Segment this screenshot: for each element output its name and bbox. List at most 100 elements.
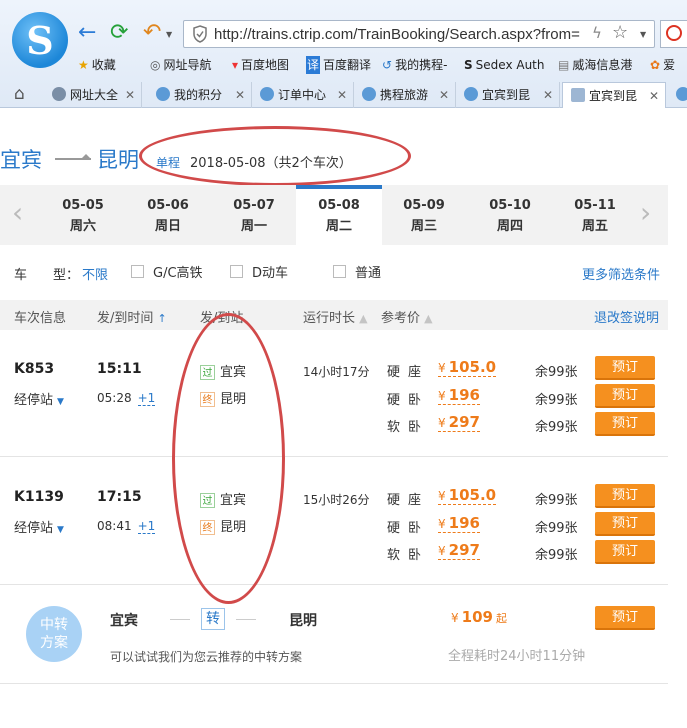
book-button[interactable]: 预订 bbox=[595, 384, 655, 408]
sort-icon[interactable]: ▲ bbox=[359, 312, 367, 325]
checkbox[interactable] bbox=[333, 265, 346, 278]
ctrip-icon bbox=[156, 87, 170, 101]
th-dep-arr-time[interactable]: 发/到时间 ↑ bbox=[97, 307, 167, 326]
seat-price[interactable]: ¥297 bbox=[438, 413, 480, 432]
book-button[interactable]: 预订 bbox=[595, 540, 655, 564]
seats-left: 余99张 bbox=[535, 521, 578, 536]
filter-all-option[interactable]: 不限 bbox=[82, 264, 108, 283]
bookmark-baidu-map[interactable]: ▾ 百度地图 bbox=[232, 56, 289, 74]
divider bbox=[236, 619, 256, 620]
tab-label: 宜宾到昆 bbox=[482, 88, 531, 102]
seat-price[interactable]: ¥105.0 bbox=[438, 358, 497, 377]
address-bar[interactable]: http://trains.ctrip.com/TrainBooking/Sea… bbox=[183, 20, 655, 48]
tab-route-1[interactable]: 宜宾到昆 ✕ bbox=[456, 82, 560, 108]
bookmark-nav[interactable]: ◎ 网址导航 bbox=[150, 56, 212, 74]
tab-overflow[interactable] bbox=[668, 82, 687, 108]
date-tab[interactable]: 05-06 周日 bbox=[125, 185, 211, 245]
tab-websites[interactable]: 网址大全 ✕ bbox=[44, 82, 142, 108]
home-icon[interactable]: ⌂ bbox=[14, 86, 25, 103]
tab-points[interactable]: 我的积分 ✕ bbox=[148, 82, 252, 108]
chevron-down-icon[interactable]: ▼ bbox=[166, 30, 172, 39]
price-value: 196 bbox=[448, 386, 480, 404]
seat-price[interactable]: ¥297 bbox=[438, 541, 480, 560]
transfer-hint: 可以试试我们为您云推荐的中转方案 bbox=[110, 650, 303, 664]
th-price[interactable]: 参考价 ▲ bbox=[381, 307, 433, 326]
tab-route-active[interactable]: 宜宾到昆 ✕ bbox=[562, 82, 666, 108]
book-button[interactable]: 预订 bbox=[595, 412, 655, 436]
seat-price[interactable]: ¥196 bbox=[438, 386, 480, 405]
page-icon bbox=[571, 88, 585, 102]
more-filters-link[interactable]: 更多筛选条件 bbox=[582, 264, 660, 283]
tab-travel[interactable]: 携程旅游 ✕ bbox=[354, 82, 456, 108]
seat-row: 硬座 ¥105.0 余99张 bbox=[0, 357, 668, 381]
seat-price[interactable]: ¥196 bbox=[438, 514, 480, 533]
price-suffix: 起 bbox=[495, 612, 507, 625]
favorite-star-icon[interactable]: ☆ bbox=[612, 22, 628, 43]
currency: ¥ bbox=[438, 361, 446, 375]
checkbox-label: D动车 bbox=[252, 266, 289, 281]
to-city[interactable]: 昆明 bbox=[97, 144, 139, 174]
date-tab[interactable]: 05-11 周五 bbox=[552, 185, 638, 245]
back-arrow-icon[interactable]: ← bbox=[78, 22, 96, 44]
chevron-right-icon[interactable]: › bbox=[640, 199, 651, 227]
checkbox[interactable] bbox=[131, 265, 144, 278]
sort-up-icon[interactable]: ↑ bbox=[158, 312, 167, 325]
date-label: 05-07 bbox=[233, 198, 275, 213]
book-button[interactable]: 预订 bbox=[595, 356, 655, 380]
date-label: 05-06 bbox=[147, 198, 189, 213]
chevron-left-icon[interactable]: ‹ bbox=[12, 199, 23, 227]
close-icon[interactable]: ✕ bbox=[235, 82, 245, 108]
weekday-label: 周一 bbox=[240, 219, 267, 234]
bookmark-sedex[interactable]: S Sedex Auth bbox=[464, 56, 545, 74]
seat-row: 硬座 ¥105.0 余99张 bbox=[0, 485, 668, 509]
date-tab-active[interactable]: 05-08 周二 bbox=[296, 185, 382, 245]
bookmark-my-ctrip[interactable]: ↺ 我的携程- bbox=[382, 56, 447, 74]
filter-d-checkbox[interactable]: D动车 bbox=[230, 262, 288, 281]
bookmark-label: Sedex Auth bbox=[475, 58, 545, 72]
bookmark-label: 我的携程- bbox=[395, 58, 448, 72]
date-selector: ‹ 05-05 周六 05-06 周日 05-07 周一 05-08 周二 05-09 周… bbox=[0, 185, 668, 245]
lightning-icon[interactable]: ϟ bbox=[592, 24, 602, 42]
results-table-header: 车次信息 发/到时间 ↑ 发/到站 运行时长 ▲ 参考价 ▲ 退改签说明 bbox=[0, 300, 668, 330]
bookmark-favorites[interactable]: ★ 收藏 bbox=[78, 56, 116, 74]
badge-line: 方案 bbox=[40, 635, 68, 651]
tab-label: 我的积分 bbox=[174, 88, 223, 102]
from-city[interactable]: 宜宾 bbox=[0, 144, 42, 174]
transfer-total-time: 全程耗时24小时11分钟 bbox=[448, 649, 586, 664]
refund-info-link[interactable]: 退改签说明 bbox=[594, 307, 659, 326]
sort-icon[interactable]: ▲ bbox=[424, 312, 432, 325]
book-button[interactable]: 预订 bbox=[595, 512, 655, 536]
bookmark-baidu-translate[interactable]: 译百度翻译 bbox=[306, 56, 371, 74]
checkbox[interactable] bbox=[230, 265, 243, 278]
close-icon[interactable]: ✕ bbox=[649, 83, 659, 108]
filter-normal-checkbox[interactable]: 普通 bbox=[333, 262, 381, 281]
tab-orders[interactable]: 订单中心 ✕ bbox=[252, 82, 354, 108]
date-tab[interactable]: 05-07 周一 bbox=[211, 185, 297, 245]
undo-icon[interactable]: ↶ bbox=[143, 22, 161, 44]
close-icon[interactable]: ✕ bbox=[439, 82, 449, 108]
date-tab[interactable]: 05-09 周三 bbox=[381, 185, 467, 245]
close-icon[interactable]: ✕ bbox=[125, 82, 135, 108]
price-value: 297 bbox=[448, 541, 480, 559]
book-button[interactable]: 预订 bbox=[595, 484, 655, 508]
search-engine-button[interactable] bbox=[660, 20, 687, 48]
seat-price[interactable]: ¥105.0 bbox=[438, 486, 497, 505]
refresh-icon[interactable]: ⟳ bbox=[110, 22, 128, 44]
seats-left: 余99张 bbox=[535, 420, 578, 435]
browser-logo[interactable]: S bbox=[12, 12, 68, 68]
close-icon[interactable]: ✕ bbox=[543, 82, 553, 108]
annotation-ellipse-stations bbox=[172, 313, 285, 604]
url-text[interactable]: http://trains.ctrip.com/TrainBooking/Sea… bbox=[214, 26, 594, 43]
seat-name: 软卧 bbox=[387, 548, 430, 563]
th-duration[interactable]: 运行时长 ▲ bbox=[303, 307, 368, 326]
transfer-to: 昆明 bbox=[289, 613, 317, 629]
transfer-book-button[interactable]: 预订 bbox=[595, 606, 655, 630]
date-tab[interactable]: 05-10 周四 bbox=[467, 185, 553, 245]
bookmark-ai[interactable]: ✿ 爱 bbox=[650, 56, 675, 74]
date-tab[interactable]: 05-05 周六 bbox=[40, 185, 126, 245]
bookmark-weihai[interactable]: ▤ 威海信息港 bbox=[558, 56, 632, 74]
url-dropdown-icon[interactable]: ▼ bbox=[640, 30, 646, 39]
seat-row: 硬卧 ¥196 余99张 bbox=[0, 513, 668, 537]
filter-gc-checkbox[interactable]: G/C高铁 bbox=[131, 262, 203, 281]
close-icon[interactable]: ✕ bbox=[337, 82, 347, 108]
